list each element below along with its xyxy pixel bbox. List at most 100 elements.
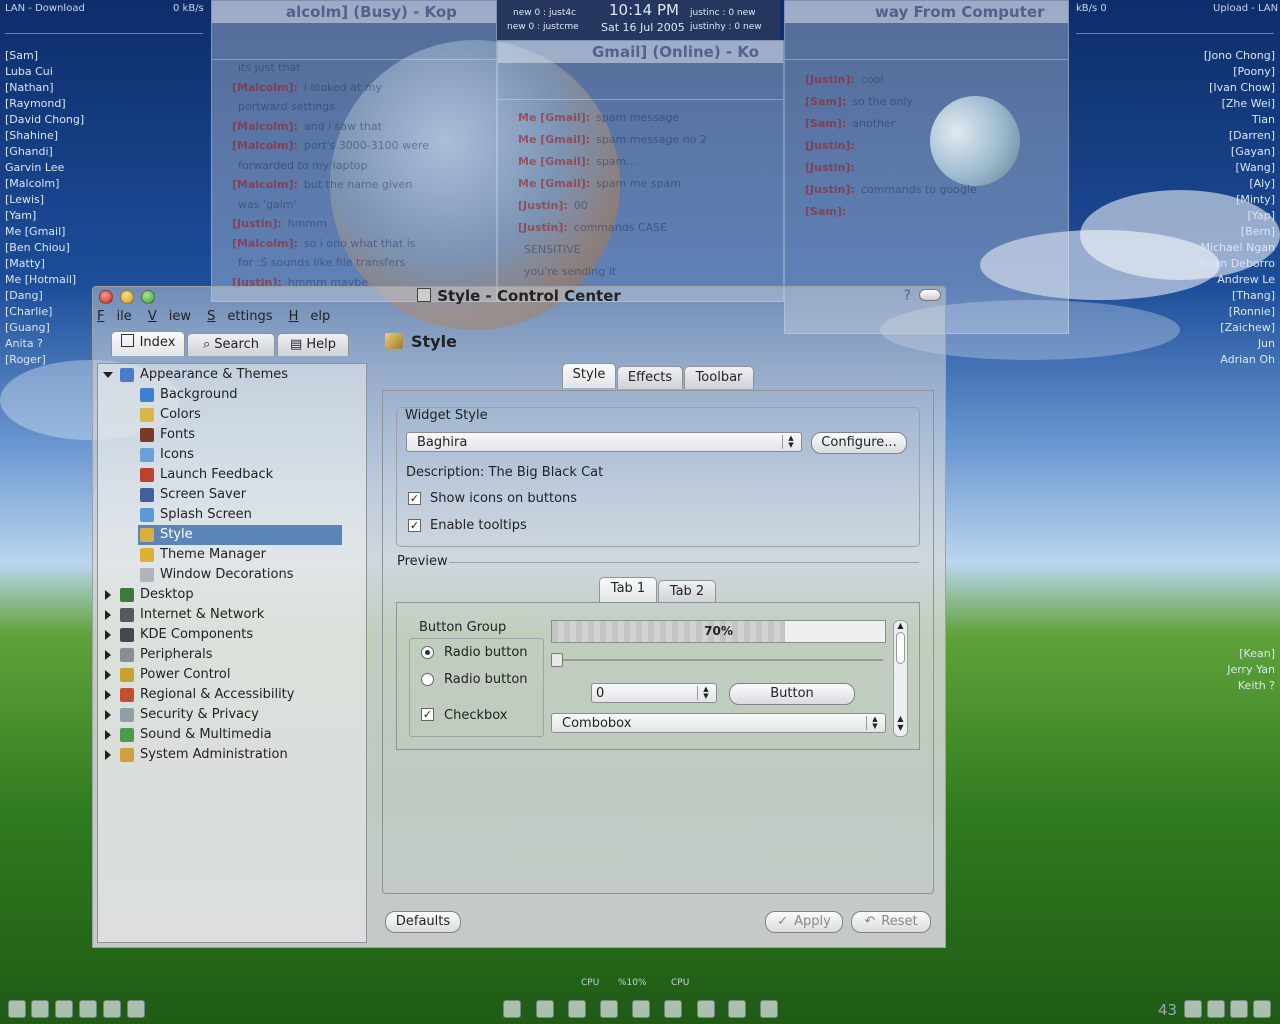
reset-button[interactable]: ↶ Reset: [851, 911, 931, 933]
taskbar-app-icon[interactable]: [503, 1000, 521, 1018]
preview-button[interactable]: Button: [729, 683, 855, 705]
taskbar-app-icon[interactable]: [536, 1000, 554, 1018]
defaults-button[interactable]: Defaults: [385, 911, 461, 933]
buddy-name[interactable]: [Yam]: [5, 208, 84, 224]
buddy-name[interactable]: Jerry Yan: [1227, 662, 1275, 678]
buddy-name[interactable]: Michael Ngan: [1200, 240, 1275, 256]
taskbar-app-icon[interactable]: [664, 1000, 682, 1018]
tree-item[interactable]: Peripherals: [105, 645, 217, 665]
tab-toolbar[interactable]: Toolbar: [684, 366, 754, 389]
taskbar-app-icon[interactable]: [632, 1000, 650, 1018]
tree-item[interactable]: Regional & Accessibility: [105, 685, 298, 705]
taskbar-app-icon[interactable]: [1253, 1000, 1271, 1018]
buddy-name[interactable]: [Sam]: [5, 48, 84, 64]
buddy-name[interactable]: [David Chong]: [5, 112, 84, 128]
expand-arrow-right-icon[interactable]: [105, 590, 111, 600]
tree-item[interactable]: Appearance & Themes: [103, 365, 292, 385]
menu-help[interactable]: Help: [289, 309, 331, 324]
preview-combobox[interactable]: Combobox ▲ ▼: [551, 713, 886, 733]
tree-item[interactable]: Security & Privacy: [105, 705, 263, 725]
buddy-name[interactable]: [Bern]: [1200, 224, 1275, 240]
tab-search[interactable]: ⌕ Search: [187, 333, 275, 356]
taskbar-app-icon[interactable]: [1207, 1000, 1225, 1018]
tree-item[interactable]: Desktop: [105, 585, 198, 605]
buddy-name[interactable]: Andrew Le: [1200, 272, 1275, 288]
taskbar-app-icon[interactable]: [728, 1000, 746, 1018]
buddy-name[interactable]: [Roger]: [5, 352, 84, 368]
buddy-name[interactable]: [Raymond]: [5, 96, 84, 112]
tree-item[interactable]: Splash Screen: [138, 505, 256, 525]
tree-item[interactable]: Power Control: [105, 665, 234, 685]
buddy-name[interactable]: [Lewis]: [5, 192, 84, 208]
buddy-name[interactable]: [Matty]: [5, 256, 84, 272]
apply-button[interactable]: ✓ Apply: [765, 911, 843, 933]
buddy-name[interactable]: [Gayan]: [1200, 144, 1275, 160]
buddy-name[interactable]: [Zaichew]: [1200, 320, 1275, 336]
preview-checkbox[interactable]: ✓: [421, 708, 434, 721]
buddy-name[interactable]: [Darren]: [1200, 128, 1275, 144]
shade-button[interactable]: [919, 289, 941, 301]
chat-window-away[interactable]: way From Computer [Justin]: cool [Sam]: so …: [784, 0, 1069, 334]
buddy-name[interactable]: [Kean]: [1227, 646, 1275, 662]
scrollbar-thumb[interactable]: [896, 632, 905, 664]
buddy-name[interactable]: [Yap]: [1200, 208, 1275, 224]
buddy-name[interactable]: [Dang]: [5, 288, 84, 304]
tree-item[interactable]: Background: [138, 385, 242, 405]
module-tree[interactable]: Appearance & Themes Background Colors Fonts…: [97, 363, 367, 943]
menu-settings[interactable]: Settings: [207, 309, 272, 324]
configure-button[interactable]: Configure...: [811, 432, 907, 454]
radio-button-2[interactable]: [421, 673, 434, 686]
taskbar-app-icon[interactable]: [8, 1000, 26, 1018]
menu-file[interactable]: File: [97, 309, 132, 324]
tree-item[interactable]: Launch Feedback: [138, 465, 277, 485]
buddy-name[interactable]: [Nathan]: [5, 80, 84, 96]
taskbar-app-icon[interactable]: [1230, 1000, 1248, 1018]
buddy-name[interactable]: [Minty]: [1200, 192, 1275, 208]
buddy-name[interactable]: [Aly]: [1200, 176, 1275, 192]
buddy-name[interactable]: [Wang]: [1200, 160, 1275, 176]
preview-scrollbar[interactable]: ▲ ▲ ▼: [893, 620, 908, 737]
buddy-name[interactable]: [Shahine]: [5, 128, 84, 144]
buddy-name[interactable]: Me [Hotmail]: [5, 272, 84, 288]
buddy-name[interactable]: [Ronnie]: [1200, 304, 1275, 320]
taskbar-app-icon[interactable]: [600, 1000, 618, 1018]
expand-arrow-right-icon[interactable]: [105, 710, 111, 720]
control-center-window[interactable]: Style - Control Center ? File View Setti…: [92, 286, 946, 948]
buddy-name[interactable]: Keith ?: [1227, 678, 1275, 694]
buddy-name[interactable]: Me [Gmail]: [5, 224, 84, 240]
tab-help[interactable]: ▤ Help: [277, 333, 349, 356]
buddy-name[interactable]: Garvin Lee: [5, 160, 84, 176]
expand-arrow-right-icon[interactable]: [105, 730, 111, 740]
tree-item[interactable]: Sound & Multimedia: [105, 725, 276, 745]
tree-item[interactable]: Internet & Network: [105, 605, 268, 625]
expand-arrow-right-icon[interactable]: [105, 670, 111, 680]
buddy-name[interactable]: Adrian Oh: [1200, 352, 1275, 368]
buddy-name[interactable]: [Ben Chiou]: [5, 240, 84, 256]
preview-tab-1[interactable]: Tab 1: [599, 577, 657, 602]
widget-style-select[interactable]: Baghira ▲ ▼: [406, 432, 802, 452]
buddy-name[interactable]: [Jono Chong]: [1200, 48, 1275, 64]
buddy-name[interactable]: [Ivan Chow]: [1200, 80, 1275, 96]
expand-arrow-right-icon[interactable]: [105, 630, 111, 640]
tree-item[interactable]: Window Decorations: [138, 565, 298, 585]
spin-arrows-icon[interactable]: ▲ ▼: [697, 686, 714, 700]
tree-item[interactable]: Icons: [138, 445, 198, 465]
expand-arrow-down-icon[interactable]: [103, 372, 113, 378]
tree-item[interactable]: System Administration: [105, 745, 292, 765]
scroll-down-icon[interactable]: ▲ ▼: [894, 714, 907, 732]
buddy-name[interactable]: [Guang]: [5, 320, 84, 336]
tab-effects[interactable]: Effects: [617, 366, 683, 389]
taskbar-app-icon[interactable]: [55, 1000, 73, 1018]
expand-arrow-right-icon[interactable]: [105, 690, 111, 700]
taskbar-app-icon[interactable]: [79, 1000, 97, 1018]
taskbar-app-icon[interactable]: [697, 1000, 715, 1018]
expand-arrow-right-icon[interactable]: [105, 610, 111, 620]
chat-window-gmail[interactable]: Gmail] (Online) - Ko Me [Gmail]: spam mes…: [497, 40, 784, 302]
taskbar-app-icon[interactable]: [31, 1000, 49, 1018]
expand-arrow-right-icon[interactable]: [105, 650, 111, 660]
taskbar-app-icon[interactable]: [1184, 1000, 1202, 1018]
title-bar[interactable]: Style - Control Center ?: [93, 287, 945, 307]
buddy-name[interactable]: Anita ?: [5, 336, 84, 352]
tree-item[interactable]: Style: [138, 525, 342, 545]
scroll-up-icon[interactable]: ▲: [894, 621, 907, 630]
